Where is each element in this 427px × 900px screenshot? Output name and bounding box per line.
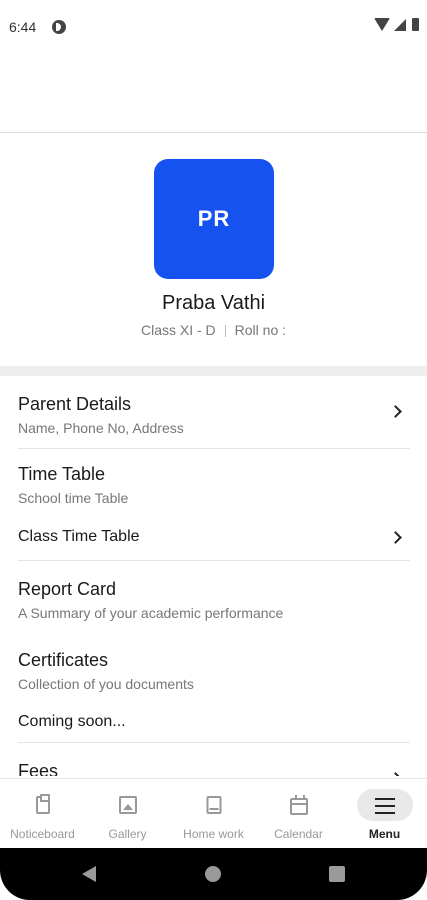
section-gap [0, 366, 427, 376]
status-time: 6:44 [9, 19, 37, 35]
menu-item-subtitle: Name, Phone No, Address [18, 420, 184, 436]
bottom-nav: Noticeboard Gallery Home work Calendar M… [0, 778, 427, 848]
chevron-right-icon [389, 772, 402, 776]
nav-label: Calendar [274, 827, 323, 841]
menu-item-title: Fees [18, 761, 59, 776]
nav-item-homework[interactable]: Home work [171, 779, 256, 849]
nav-item-noticeboard[interactable]: Noticeboard [0, 779, 85, 849]
clipboard-icon [35, 794, 50, 814]
menu-item-subtitle: A Summary of your academic performance [18, 605, 284, 621]
nav-item-menu[interactable]: Menu [342, 779, 427, 849]
roll-info: Roll no : [234, 322, 287, 338]
nav-label: Noticeboard [10, 827, 75, 841]
nav-label: Home work [183, 827, 244, 841]
coming-soon-label: Coming soon... [18, 713, 126, 730]
class-info: Class XI - D [140, 322, 216, 338]
book-icon [206, 796, 221, 814]
menu-item-title: Certificates [18, 650, 109, 670]
menu-item-time-table: Time Table School time Table [0, 449, 427, 506]
menu-item-parent-details[interactable]: Parent Details Name, Phone No, Address [0, 376, 427, 448]
signal-icon [394, 18, 406, 31]
status-bar: 6:44 [0, 0, 427, 56]
back-icon[interactable] [82, 866, 96, 882]
nav-item-calendar[interactable]: Calendar [256, 779, 341, 849]
home-icon[interactable] [205, 866, 221, 882]
battery-icon [412, 18, 419, 31]
avatar-initials: PR [197, 206, 231, 231]
menu-item-title: Report Card [18, 579, 117, 599]
status-indicators [374, 18, 419, 31]
nav-item-gallery[interactable]: Gallery [85, 779, 170, 849]
app-notification-icon [52, 20, 66, 34]
calendar-icon [289, 795, 308, 815]
nav-label: Menu [368, 827, 401, 841]
menu-item-title: Time Table [18, 464, 106, 484]
system-nav-bar [0, 848, 427, 900]
menu-item-label: Class Time Table [18, 528, 140, 545]
chevron-right-icon [389, 531, 402, 544]
wifi-icon [374, 18, 390, 31]
menu-item-report-card[interactable]: Report Card A Summary of your academic p… [0, 561, 427, 625]
student-name: Praba Vathi [161, 292, 266, 314]
student-meta: Class XI - D Roll no : [0, 322, 427, 338]
chevron-right-icon [389, 405, 402, 418]
menu-list: Parent Details Name, Phone No, Address T… [0, 376, 427, 776]
menu-item-fees[interactable]: Fees [0, 743, 427, 776]
hamburger-icon [374, 798, 395, 814]
meta-separator [224, 325, 226, 338]
menu-item-subtitle: School time Table [18, 490, 129, 506]
recents-icon[interactable] [329, 866, 345, 882]
menu-item-class-time-table[interactable]: Class Time Table [0, 514, 427, 560]
header-divider [0, 132, 427, 133]
menu-item-certificates[interactable]: Certificates Collection of you documents… [0, 634, 427, 742]
image-icon [118, 796, 137, 814]
avatar[interactable]: PR [154, 159, 274, 279]
menu-item-title: Parent Details [18, 394, 132, 414]
menu-item-subtitle: Collection of you documents [18, 676, 194, 692]
nav-label: Gallery [108, 827, 147, 841]
